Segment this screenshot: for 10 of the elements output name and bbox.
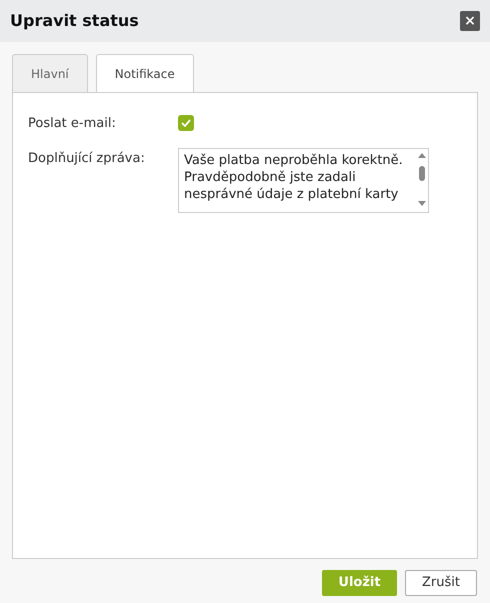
close-button[interactable]: × — [460, 11, 480, 31]
dialog-button[interactable]: Zrušit — [405, 570, 477, 596]
message-textarea[interactable]: Vaše platba neproběhla korektně. Pravděpodobně jste zadali nesprávné údaje z platební karty — [178, 148, 429, 212]
check-icon — [181, 119, 191, 128]
field-label: Doplňující zpráva: — [28, 150, 146, 168]
tab[interactable]: Hlavní — [12, 54, 88, 93]
checkbox[interactable] — [178, 115, 194, 132]
tab[interactable]: Notifikace — [96, 54, 194, 93]
dialog-title: Upravit status — [10, 10, 139, 32]
field-label: Poslat e-mail: — [28, 115, 117, 133]
